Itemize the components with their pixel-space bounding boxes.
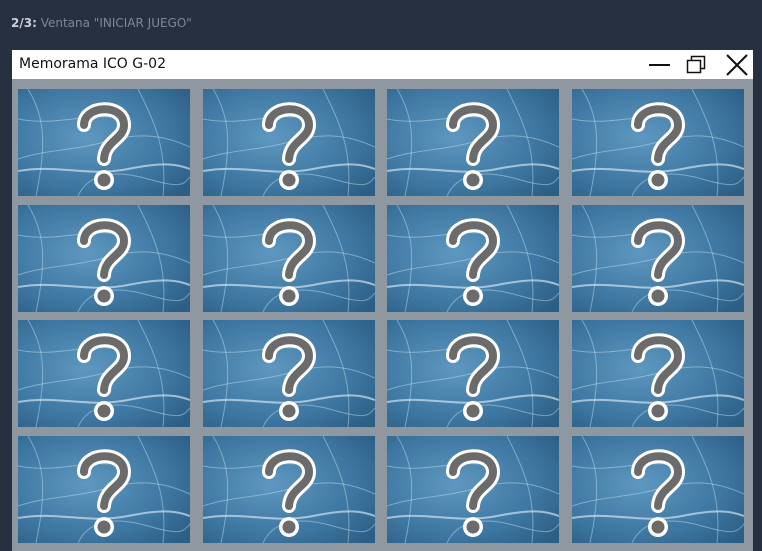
question-mark-icon — [203, 205, 375, 312]
maximize-button[interactable] — [680, 50, 714, 79]
question-mark-icon — [572, 320, 744, 427]
memory-card[interactable] — [18, 320, 190, 427]
question-mark-icon — [387, 205, 559, 312]
memory-card[interactable] — [572, 436, 744, 543]
minimize-icon — [649, 64, 670, 66]
question-mark-icon — [18, 205, 190, 312]
memory-card[interactable] — [387, 205, 559, 312]
question-mark-icon — [18, 320, 190, 427]
question-mark-icon — [572, 205, 744, 312]
memory-card[interactable] — [572, 205, 744, 312]
maximize-icon — [686, 55, 706, 74]
memory-card[interactable] — [203, 205, 375, 312]
question-mark-icon — [387, 320, 559, 427]
memory-card[interactable] — [572, 320, 744, 427]
memory-card[interactable] — [203, 436, 375, 543]
question-mark-icon — [203, 320, 375, 427]
memory-card[interactable] — [387, 436, 559, 543]
memory-card[interactable] — [572, 89, 744, 196]
memory-card[interactable] — [203, 89, 375, 196]
step-caption: 2/3: Ventana "INICIAR JUEGO" — [11, 16, 192, 30]
question-mark-icon — [387, 436, 559, 543]
memory-card[interactable] — [18, 89, 190, 196]
window-title: Memorama ICO G-02 — [19, 56, 166, 72]
step-description: Ventana "INICIAR JUEGO" — [36, 16, 192, 30]
minimize-button[interactable] — [643, 50, 677, 79]
memory-card[interactable] — [387, 89, 559, 196]
question-mark-icon — [203, 436, 375, 543]
memory-card[interactable] — [387, 320, 559, 427]
close-icon — [726, 54, 748, 76]
step-counter: 2/3: — [11, 16, 37, 30]
memory-card[interactable] — [18, 205, 190, 312]
memory-card[interactable] — [18, 436, 190, 543]
card-board — [18, 89, 748, 544]
question-mark-icon — [18, 436, 190, 543]
question-mark-icon — [203, 89, 375, 196]
memory-card[interactable] — [203, 320, 375, 427]
question-mark-icon — [572, 89, 744, 196]
question-mark-icon — [18, 89, 190, 196]
question-mark-icon — [387, 89, 559, 196]
window-titlebar[interactable]: Memorama ICO G-02 — [12, 50, 753, 79]
close-button[interactable] — [719, 50, 753, 79]
question-mark-icon — [572, 436, 744, 543]
game-window: Memorama ICO G-02 — [12, 50, 753, 551]
